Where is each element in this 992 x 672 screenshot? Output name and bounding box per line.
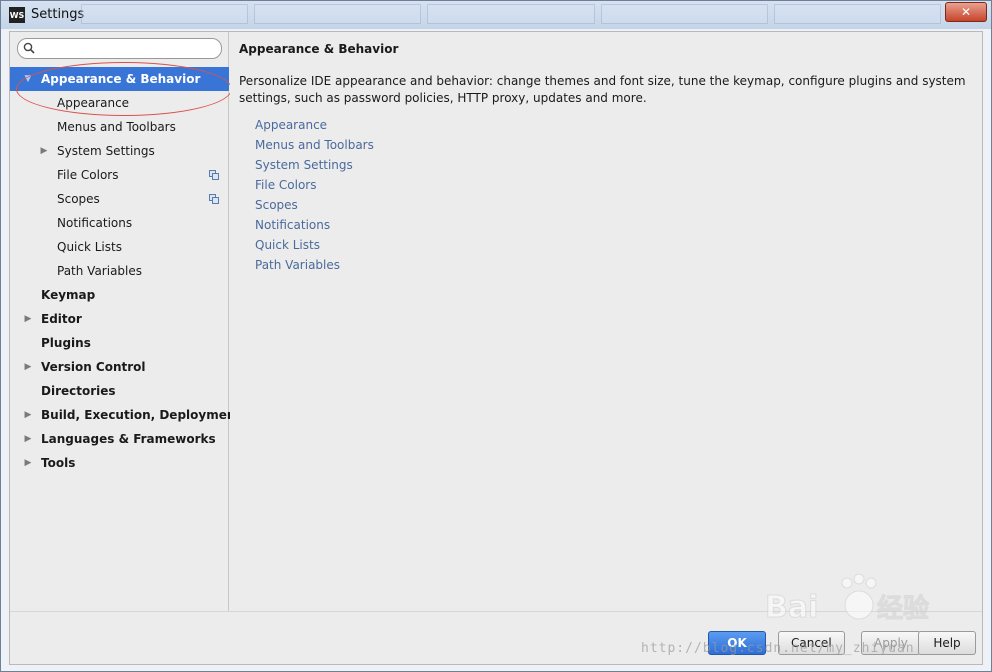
collapsed-arrow-icon[interactable]: ▶ — [38, 139, 50, 163]
background-tabs — [81, 4, 942, 24]
background-tab — [81, 4, 249, 24]
sidebar-item-label: Menus and Toolbars — [57, 120, 176, 134]
sidebar-item-version-control[interactable]: ▶ Version Control — [10, 355, 229, 379]
settings-tree: ▼ Appearance & Behavior Appearance Menus an… — [10, 67, 242, 475]
sidebar-item-appearance-behavior[interactable]: ▼ Appearance & Behavior — [10, 67, 229, 91]
settings-main-panel: Appearance & Behavior Personalize IDE ap… — [230, 32, 982, 611]
expanded-arrow-icon[interactable]: ▼ — [22, 67, 34, 91]
sidebar-item-label: Quick Lists — [57, 240, 122, 254]
subpage-links: Appearance Menus and Toolbars System Setti… — [255, 115, 374, 275]
dialog-button-bar: OK Cancel Apply Help — [10, 611, 982, 664]
sidebar-item-appearance[interactable]: Appearance — [10, 91, 229, 115]
sidebar-item-languages-frameworks[interactable]: ▶ Languages & Frameworks — [10, 427, 229, 451]
collapsed-arrow-icon[interactable]: ▶ — [22, 427, 34, 451]
link-menus-and-toolbars[interactable]: Menus and Toolbars — [255, 135, 374, 155]
sidebar-item-build-execution-deployment[interactable]: ▶ Build, Execution, Deployment — [10, 403, 242, 427]
collapsed-arrow-icon[interactable]: ▶ — [22, 307, 34, 331]
sidebar-item-label: System Settings — [57, 144, 155, 158]
search-icon — [23, 42, 35, 54]
settings-content: ▼ Appearance & Behavior Appearance Menus an… — [9, 31, 983, 665]
link-system-settings[interactable]: System Settings — [255, 155, 374, 175]
search-input[interactable] — [40, 41, 216, 56]
background-tab — [427, 4, 595, 24]
sidebar-item-label: Directories — [41, 384, 116, 398]
sidebar-item-plugins[interactable]: Plugins — [10, 331, 229, 355]
sidebar-item-label: Version Control — [41, 360, 146, 374]
help-button[interactable]: Help — [918, 631, 976, 655]
sidebar-item-label: Path Variables — [57, 264, 143, 278]
sidebar-item-directories[interactable]: Directories — [10, 379, 229, 403]
link-scopes[interactable]: Scopes — [255, 195, 374, 215]
project-level-icon — [209, 170, 219, 180]
sidebar-item-label: Languages & Frameworks — [41, 432, 216, 446]
link-notifications[interactable]: Notifications — [255, 215, 374, 235]
page-title: Appearance & Behavior — [239, 42, 399, 56]
window-close-button[interactable]: ✕ — [945, 2, 987, 22]
sidebar-item-menus-and-toolbars[interactable]: Menus and Toolbars — [10, 115, 229, 139]
sidebar-item-notifications[interactable]: Notifications — [10, 211, 229, 235]
sidebar-item-label: Plugins — [41, 336, 91, 350]
sidebar-item-keymap[interactable]: Keymap — [10, 283, 229, 307]
sidebar-item-label: Tools — [41, 456, 76, 470]
background-tab — [773, 4, 942, 24]
sidebar-item-label: Notifications — [57, 216, 133, 230]
sidebar-item-file-colors[interactable]: File Colors — [10, 163, 229, 187]
sidebar-item-label: Appearance — [57, 96, 130, 110]
window-title: Settings — [31, 7, 85, 22]
settings-window: WS Settings ✕ ▼ Appearance & Behavior Appe… — [0, 0, 992, 672]
collapsed-arrow-icon[interactable]: ▶ — [22, 451, 34, 475]
sidebar-item-quick-lists[interactable]: Quick Lists — [10, 235, 229, 259]
cancel-button[interactable]: Cancel — [778, 631, 845, 655]
search-box[interactable] — [17, 38, 222, 59]
page-description: Personalize IDE appearance and behavior:… — [239, 74, 966, 105]
project-level-icon — [209, 194, 219, 204]
sidebar-item-scopes[interactable]: Scopes — [10, 187, 229, 211]
link-file-colors[interactable]: File Colors — [255, 175, 374, 195]
webstorm-app-icon: WS — [9, 7, 25, 23]
link-path-variables[interactable]: Path Variables — [255, 255, 374, 275]
sidebar-item-label: Appearance & Behavior — [41, 72, 201, 86]
background-tab — [600, 4, 768, 24]
sidebar-item-label: File Colors — [57, 168, 119, 182]
sidebar-item-label: Keymap — [41, 288, 96, 302]
sidebar-item-path-variables[interactable]: Path Variables — [10, 259, 229, 283]
apply-button[interactable]: Apply — [861, 631, 921, 655]
link-appearance[interactable]: Appearance — [255, 115, 374, 135]
sidebar-item-label: Scopes — [57, 192, 100, 206]
settings-sidebar: ▼ Appearance & Behavior Appearance Menus an… — [10, 32, 242, 611]
collapsed-arrow-icon[interactable]: ▶ — [22, 355, 34, 379]
sidebar-item-label: Editor — [41, 312, 82, 326]
sidebar-item-editor[interactable]: ▶ Editor — [10, 307, 229, 331]
sidebar-item-system-settings[interactable]: ▶ System Settings — [10, 139, 229, 163]
link-quick-lists[interactable]: Quick Lists — [255, 235, 374, 255]
background-tab — [254, 4, 422, 24]
ok-button[interactable]: OK — [708, 631, 766, 655]
collapsed-arrow-icon[interactable]: ▶ — [22, 403, 34, 427]
sidebar-item-label: Build, Execution, Deployment — [41, 408, 242, 422]
sidebar-item-tools[interactable]: ▶ Tools — [10, 451, 229, 475]
title-bar[interactable]: WS Settings ✕ — [1, 1, 991, 29]
